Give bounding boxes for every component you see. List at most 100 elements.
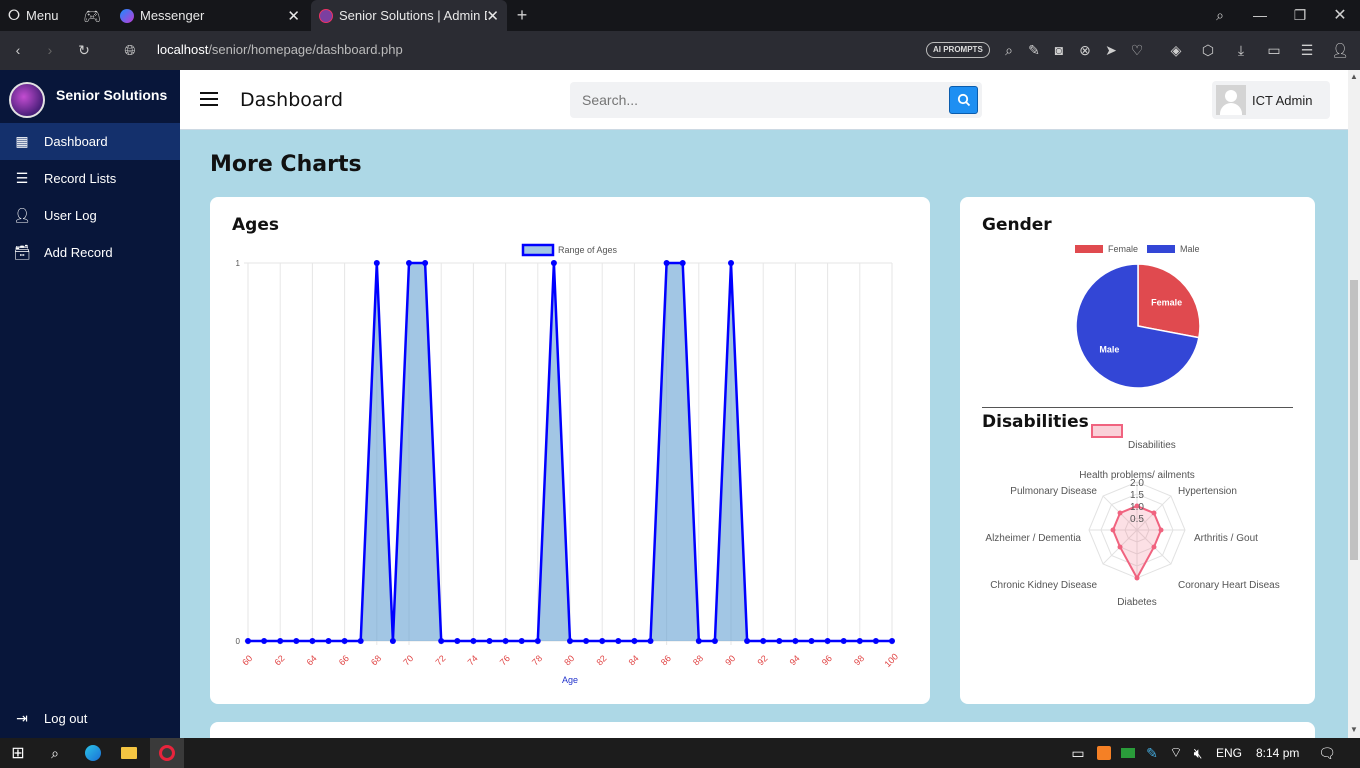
close-tab-icon[interactable]: ✕ bbox=[287, 7, 300, 25]
vpn-icon[interactable]: ◈ bbox=[1167, 40, 1185, 60]
data-point bbox=[567, 638, 573, 644]
search-button[interactable] bbox=[949, 86, 978, 114]
file-explorer-icon[interactable] bbox=[119, 744, 139, 762]
forward-icon[interactable]: › bbox=[40, 40, 60, 60]
notifications-icon[interactable]: 🗨︎ bbox=[1316, 744, 1338, 762]
bluetooth-icon[interactable]: ✎ bbox=[1142, 744, 1162, 762]
tray-app-icon[interactable] bbox=[1118, 744, 1138, 762]
ai-prompts-label: AI PROMPTS bbox=[933, 45, 983, 54]
tab-messenger[interactable]: Messenger ✕ bbox=[112, 0, 308, 31]
data-point bbox=[824, 638, 831, 644]
ages-chart: 60 62 64 66 68 70 72 74 76 78 80 82 84 86 88 90 92 94 96 98… bbox=[236, 243, 900, 685]
ages-card: Ages 60 62 64 66 68 70 72 74 76 78 80 82 84 86 88 90 92 9… bbox=[210, 197, 930, 704]
data-point bbox=[776, 638, 783, 644]
data-point bbox=[357, 638, 364, 644]
tab-senior-solutions[interactable]: Senior Solutions | Admin Da ✕ bbox=[311, 0, 507, 31]
globe-icon[interactable]: 🌐︎ bbox=[120, 40, 140, 60]
sidebar-item-user-log[interactable]: 👤︎ User Log bbox=[0, 197, 180, 234]
x-tick-label: 90 bbox=[723, 653, 737, 667]
gamepad-icon[interactable]: 🎮︎ bbox=[82, 6, 102, 26]
x-tick-label: 96 bbox=[820, 653, 834, 667]
scroll-thumb[interactable] bbox=[1350, 280, 1358, 560]
search-box bbox=[570, 82, 982, 118]
download-icon[interactable]: ⤓ bbox=[1232, 40, 1250, 60]
radar-point bbox=[1117, 510, 1123, 516]
minimize-icon[interactable]: — bbox=[1250, 5, 1270, 25]
close-window-icon[interactable]: ✕ bbox=[1330, 5, 1350, 25]
battery-icon[interactable]: ▭ bbox=[1265, 40, 1283, 60]
windows-start-icon[interactable]: ⊞ bbox=[8, 744, 28, 762]
volume-mute-icon[interactable]: 🔇︎ bbox=[1188, 744, 1208, 762]
opera-taskbar-icon[interactable] bbox=[150, 738, 184, 768]
legend-swatch bbox=[1147, 245, 1175, 253]
sidebar-item-record-lists[interactable]: ☰ Record Lists bbox=[0, 160, 180, 197]
edit-icon[interactable]: ✎ bbox=[1025, 40, 1043, 60]
legend-swatch bbox=[1091, 424, 1123, 438]
next-card bbox=[210, 722, 1315, 738]
legend-label: Disabilities bbox=[1128, 440, 1176, 451]
scroll-down-icon[interactable]: ▼ bbox=[1350, 725, 1358, 734]
send-icon[interactable]: ➤ bbox=[1102, 40, 1120, 60]
extensions-icon[interactable]: ⬡ bbox=[1199, 40, 1217, 60]
edge-icon[interactable] bbox=[83, 744, 103, 762]
radar-axis-label: Health problems/ ailments bbox=[1079, 470, 1195, 481]
reload-icon[interactable]: ↻ bbox=[74, 40, 94, 60]
grid-icon: ▦ bbox=[15, 133, 29, 149]
data-point bbox=[518, 638, 525, 644]
x-axis-label: Age bbox=[562, 675, 578, 685]
legend-label: Female bbox=[1108, 244, 1138, 254]
messenger-icon bbox=[120, 8, 134, 23]
xampp-icon[interactable] bbox=[1094, 744, 1114, 762]
data-point bbox=[486, 638, 493, 644]
list-icon: ☰ bbox=[15, 170, 29, 186]
taskbar-search-icon[interactable]: ⌕ bbox=[45, 744, 65, 762]
user-menu[interactable]: ICT Admin bbox=[1212, 81, 1330, 119]
sidebar-item-dashboard[interactable]: ▦ Dashboard bbox=[0, 123, 180, 160]
page-scrollbar[interactable]: ▲ ▼ bbox=[1348, 70, 1360, 738]
data-point bbox=[728, 260, 734, 266]
search-input[interactable] bbox=[570, 82, 946, 118]
r-tick-label: 1.5 bbox=[1130, 490, 1144, 501]
data-point bbox=[470, 638, 477, 644]
x-tick-label: 74 bbox=[466, 653, 480, 667]
url-field[interactable]: localhost/senior/homepage/dashboard.php bbox=[157, 42, 403, 57]
menu-label: Menu bbox=[26, 8, 59, 23]
lens-icon[interactable]: ⌕ bbox=[1000, 40, 1018, 60]
brand-logo bbox=[9, 82, 45, 118]
x-tick-label: 84 bbox=[627, 653, 641, 667]
gender-chart: Female Male Female Male bbox=[1075, 244, 1201, 389]
slice-label: Male bbox=[1099, 345, 1119, 355]
x-tick-label: 68 bbox=[369, 653, 383, 667]
data-point bbox=[309, 638, 316, 644]
heart-icon[interactable]: ♡ bbox=[1128, 40, 1146, 60]
close-tab-icon[interactable]: ✕ bbox=[486, 7, 499, 25]
x-tick-label: 76 bbox=[498, 653, 512, 667]
profile-icon[interactable]: 👤︎ bbox=[1331, 40, 1349, 60]
data-point bbox=[663, 260, 670, 266]
data-point bbox=[277, 638, 284, 644]
search-tabs-icon[interactable]: ⌕ bbox=[1210, 5, 1230, 25]
sidebar-item-add-record[interactable]: 🗃︎ Add Record bbox=[0, 234, 180, 271]
logout-button[interactable]: ⇥ Log out bbox=[0, 700, 180, 737]
x-tick-label: 86 bbox=[659, 653, 673, 667]
brand-name[interactable]: Senior Solutions bbox=[56, 87, 167, 103]
tray-battery-icon[interactable]: ▭ bbox=[1068, 744, 1088, 762]
new-tab-icon[interactable]: + bbox=[512, 5, 532, 25]
hamburger-menu-icon[interactable] bbox=[200, 92, 218, 106]
easy-setup-icon[interactable]: ☰ bbox=[1298, 40, 1316, 60]
tab-label: Messenger bbox=[140, 8, 205, 23]
legend-label: Range of Ages bbox=[558, 245, 618, 255]
scroll-up-icon[interactable]: ▲ bbox=[1350, 72, 1358, 81]
clock[interactable]: 8:14 pm bbox=[1256, 746, 1299, 760]
x-tick-label: 60 bbox=[240, 653, 254, 667]
ai-prompts-button[interactable]: AI PROMPTS bbox=[926, 42, 990, 58]
data-point bbox=[856, 638, 863, 644]
blocker-icon[interactable]: ⊗ bbox=[1076, 40, 1094, 60]
language-indicator[interactable]: ENG bbox=[1216, 746, 1242, 760]
back-icon[interactable]: ‹ bbox=[8, 40, 28, 60]
wifi-icon[interactable]: ⌔ bbox=[1166, 744, 1186, 762]
restore-icon[interactable]: ❐ bbox=[1290, 5, 1310, 25]
camera-icon[interactable]: ◙ bbox=[1050, 40, 1068, 60]
data-point bbox=[760, 638, 767, 644]
y-tick-label: 0 bbox=[236, 637, 241, 646]
